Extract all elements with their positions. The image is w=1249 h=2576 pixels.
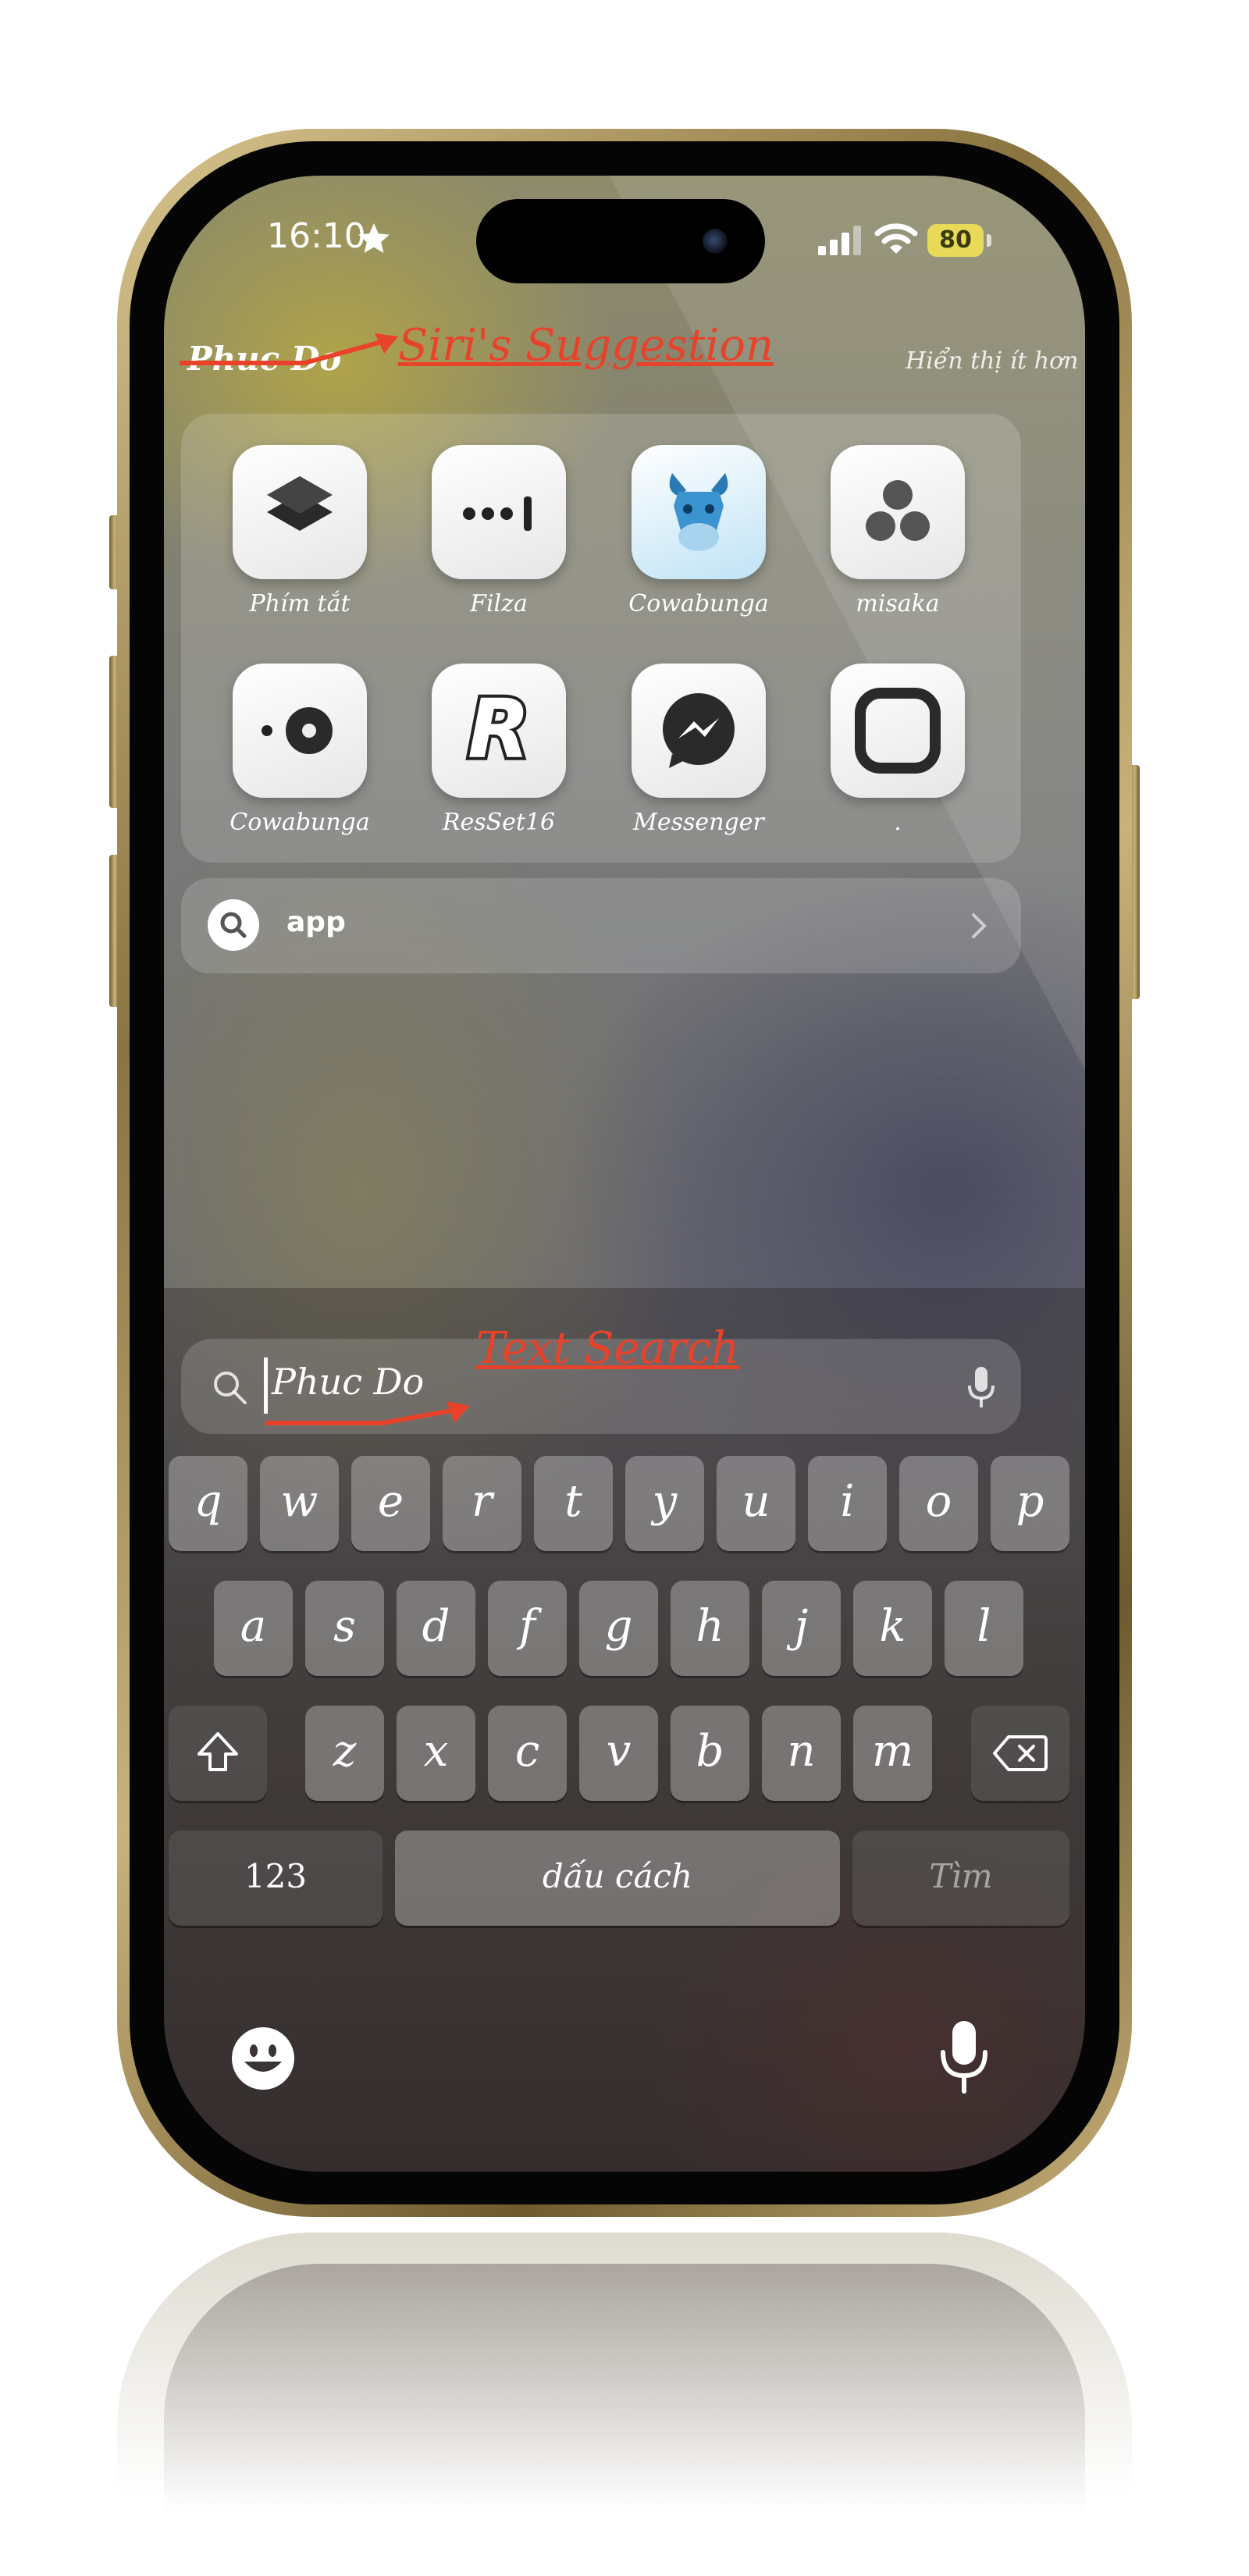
resset16-icon: R xyxy=(432,664,566,798)
status-bar: 16:10 80 xyxy=(164,176,1085,293)
shift-icon xyxy=(197,1732,238,1771)
search-suggestion-row[interactable]: app xyxy=(181,878,1021,973)
app-messenger[interactable]: Messenger xyxy=(621,664,777,836)
key-x[interactable]: x xyxy=(397,1706,475,1801)
app-blank[interactable]: . xyxy=(820,664,976,836)
delete-key[interactable] xyxy=(971,1706,1069,1801)
front-camera xyxy=(703,229,728,254)
filza-icon xyxy=(432,445,566,579)
annotation-arrow xyxy=(265,1401,470,1425)
app-label: misaka xyxy=(856,590,940,617)
key-p[interactable]: p xyxy=(991,1456,1069,1551)
app-label: ResSet16 xyxy=(442,809,556,836)
key-t[interactable]: t xyxy=(534,1456,613,1551)
key-n[interactable]: n xyxy=(762,1706,841,1801)
app-cowabunga[interactable]: Cowabunga xyxy=(621,445,777,617)
key-k[interactable]: k xyxy=(853,1581,932,1676)
messenger-icon xyxy=(632,664,766,798)
status-time: 16:10 xyxy=(267,216,366,256)
key-z[interactable]: z xyxy=(305,1706,384,1801)
siri-suggestions-panel: Phím tắt Filza Cowabunga misaka Cowabung… xyxy=(181,414,1021,863)
star-icon xyxy=(358,223,390,253)
key-j[interactable]: j xyxy=(762,1581,841,1676)
wifi-icon xyxy=(874,223,918,254)
app-label: . xyxy=(894,809,902,836)
annotation-arrow xyxy=(180,333,398,365)
app-cowabunga-2[interactable]: Cowabunga xyxy=(222,664,378,836)
app-shortcuts[interactable]: Phím tắt xyxy=(222,445,378,617)
key-v[interactable]: v xyxy=(579,1706,658,1801)
show-less-link[interactable]: Hiển thị ít hơn xyxy=(906,347,1078,375)
key-g[interactable]: g xyxy=(579,1581,658,1676)
app-label: Messenger xyxy=(633,809,764,836)
key-s[interactable]: s xyxy=(305,1581,384,1676)
search-suggestion-badge xyxy=(208,899,259,951)
shift-key[interactable] xyxy=(169,1706,267,1801)
search-key[interactable]: Tìm xyxy=(852,1831,1069,1926)
misaka-icon xyxy=(831,445,965,579)
cowabunga-icon xyxy=(632,445,766,579)
key-f[interactable]: f xyxy=(488,1581,567,1676)
key-b[interactable]: b xyxy=(671,1706,749,1801)
app-misaka[interactable]: misaka xyxy=(820,445,976,617)
dictation-microphone-icon[interactable] xyxy=(937,2018,991,2096)
search-icon xyxy=(220,912,247,938)
key-l[interactable]: l xyxy=(945,1581,1023,1676)
cellular-signal-icon xyxy=(818,226,861,255)
key-d[interactable]: d xyxy=(397,1581,475,1676)
key-m[interactable]: m xyxy=(853,1706,932,1801)
key-q[interactable]: q xyxy=(169,1456,247,1551)
microphone-icon[interactable] xyxy=(966,1365,997,1409)
phone-reflection-screen xyxy=(164,2264,1085,2560)
app-resset16[interactable]: R ResSet16 xyxy=(421,664,577,836)
key-h[interactable]: h xyxy=(671,1581,749,1676)
space-key[interactable]: dấu cách xyxy=(395,1831,840,1926)
cowabunga-record-icon xyxy=(233,664,367,798)
battery-cap xyxy=(987,234,991,247)
backspace-icon xyxy=(993,1735,1048,1771)
app-label: Cowabunga xyxy=(230,809,370,836)
key-w[interactable]: w xyxy=(260,1456,339,1551)
key-u[interactable]: u xyxy=(717,1456,795,1551)
key-i[interactable]: i xyxy=(808,1456,887,1551)
app-label: Cowabunga xyxy=(628,590,769,617)
emoji-icon[interactable] xyxy=(230,2026,296,2091)
phone-screen: 16:10 80 Phuc Do Hiển thị ít hơn Siri's … xyxy=(164,176,1085,2172)
text-search-annotation: Text Search xyxy=(476,1323,740,1374)
key-o[interactable]: o xyxy=(899,1456,978,1551)
app-filza[interactable]: Filza xyxy=(421,445,577,617)
search-suggestion-label: app xyxy=(286,906,346,938)
svg-text:R: R xyxy=(468,681,530,777)
key-r[interactable]: r xyxy=(443,1456,521,1551)
key-c[interactable]: c xyxy=(488,1706,567,1801)
shortcuts-icon xyxy=(233,445,367,579)
chevron-right-icon xyxy=(972,913,987,938)
key-e[interactable]: e xyxy=(351,1456,430,1551)
app-label: Phím tắt xyxy=(249,590,351,617)
siri-suggestion-annotation: Siri's Suggestion xyxy=(398,320,774,371)
numbers-key[interactable]: 123 xyxy=(169,1831,383,1926)
app-label: Filza xyxy=(470,590,528,617)
search-icon xyxy=(214,1372,247,1404)
key-y[interactable]: y xyxy=(625,1456,704,1551)
battery-level: 80 xyxy=(927,224,984,257)
key-a[interactable]: a xyxy=(214,1581,293,1676)
blank-square-icon xyxy=(831,664,965,798)
